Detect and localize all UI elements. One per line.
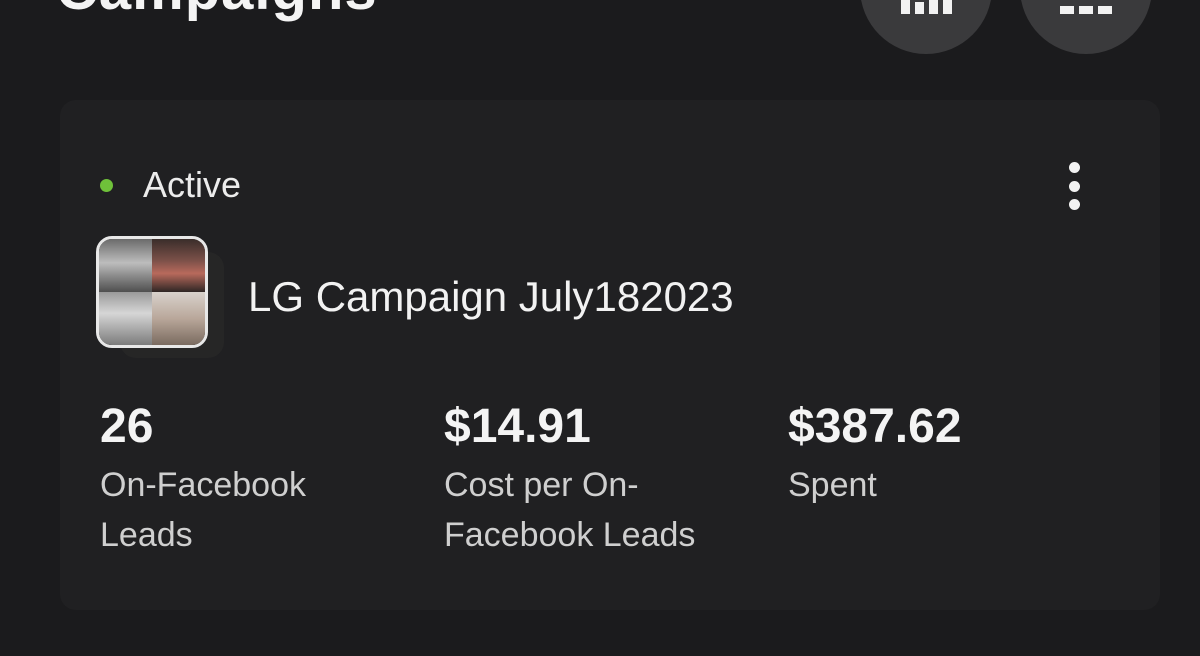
status-dot bbox=[100, 178, 113, 192]
bar-chart-icon bbox=[900, 0, 952, 14]
metric-label: Cost per On-Facebook Leads bbox=[444, 466, 696, 554]
campaigns-screen: Campaigns Active bbox=[0, 0, 1200, 656]
status-row: Active bbox=[100, 164, 241, 206]
metric-value: $14.91 bbox=[444, 400, 591, 453]
columns-icon bbox=[1060, 6, 1112, 14]
more-options-button[interactable] bbox=[1054, 162, 1094, 210]
metric-leads: 26 On-Facebook Leads bbox=[100, 400, 400, 560]
metric-spent: $387.62 Spent bbox=[788, 400, 1088, 510]
metric-label: Spent bbox=[788, 466, 877, 504]
columns-button[interactable] bbox=[1020, 0, 1152, 54]
status-label: Active bbox=[143, 164, 242, 205]
metric-value: 26 bbox=[100, 400, 154, 453]
more-vertical-icon bbox=[1068, 162, 1080, 173]
metric-cost-per-lead: $14.91 Cost per On-Facebook Leads bbox=[444, 400, 764, 560]
campaign-name[interactable]: LG Campaign July182023 bbox=[248, 272, 734, 322]
thumbnail-tile bbox=[152, 239, 205, 292]
metric-label: On-Facebook Leads bbox=[100, 466, 306, 554]
campaign-thumbnail bbox=[96, 236, 208, 348]
thumbnail-tile bbox=[99, 292, 152, 345]
campaign-card[interactable]: Active LG Campaign July182023 26 On-Face… bbox=[60, 100, 1160, 610]
metric-value: $387.62 bbox=[788, 400, 962, 453]
thumbnail-tile bbox=[152, 292, 205, 345]
page-title: Campaigns bbox=[56, 0, 378, 20]
chart-button[interactable] bbox=[860, 0, 992, 54]
thumbnail-tile bbox=[99, 239, 152, 292]
